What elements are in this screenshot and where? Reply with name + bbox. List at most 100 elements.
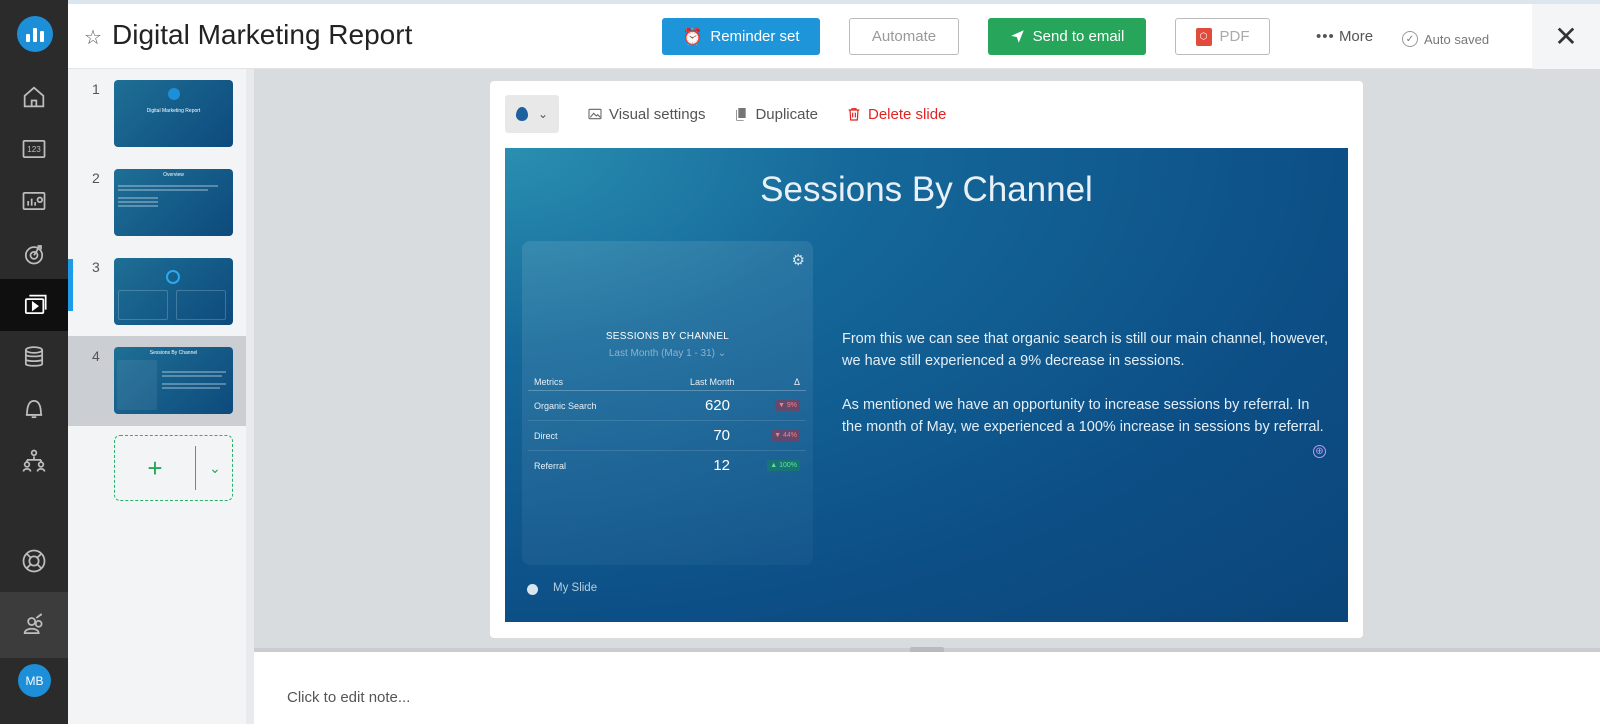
footer-logo-icon [527,584,538,595]
slide-thumbnail[interactable]: Overview [114,169,233,236]
slide-thumbnail[interactable]: Sessions By Channel [114,347,233,414]
move-handle-icon[interactable]: ⊕ [1313,445,1326,458]
slide-thumbnail[interactable] [114,258,233,325]
star-icon[interactable]: ☆ [84,25,102,50]
app-logo-icon[interactable] [17,16,53,52]
table-row: Direct 70 ▼ 44% [528,421,806,451]
nav-users[interactable] [0,592,68,658]
nav-reports[interactable] [0,279,73,331]
theme-color-button[interactable]: ⌄ [505,95,559,133]
team-icon [22,449,46,472]
slide-canvas[interactable]: Sessions By Channel ⚙ SESSIONS BY CHANNE… [505,148,1348,622]
sessions-widget[interactable]: ⚙ SESSIONS BY CHANNEL Last Month (May 1 … [522,241,813,565]
chevron-down-icon: ⌄ [209,459,221,476]
image-icon [588,108,602,120]
header-delta: Δ [793,377,800,387]
nav-alerts[interactable] [0,383,68,435]
table-preview [118,290,168,320]
pdf-button[interactable]: ⬡ PDF [1175,18,1270,55]
add-slide-dropdown[interactable]: ⌄ [197,436,233,500]
plus-icon: + [147,452,163,483]
notes-panel[interactable]: Click to edit note... [254,652,1600,724]
thumbnail-item-selected[interactable]: 4 Sessions By Channel [68,336,246,426]
change-badge: ▼ 9% [775,400,800,411]
row-label: Direct [534,431,558,441]
nav-home[interactable] [0,71,68,123]
nav-dashboards[interactable] [0,175,68,227]
row-value: 620 [704,397,730,414]
reminder-label: Reminder set [710,28,800,45]
add-slide-control: + ⌄ [114,435,233,501]
text-line [118,197,158,199]
thumbnail-title: Overview [163,172,184,178]
users-icon [23,613,43,635]
duplicate-label: Duplicate [755,105,818,123]
paragraph: From this we can see that organic search… [842,331,1328,369]
help-icon [22,549,46,573]
alerts-icon [25,399,43,419]
autosave-status: ✓ Auto saved [1402,31,1489,47]
add-slide-button[interactable]: + [115,436,195,500]
notes-placeholder: Click to edit note... [287,689,411,706]
close-button[interactable]: ✕ [1532,4,1600,69]
thumbnail-number: 3 [92,259,100,275]
slide-thumbnail[interactable]: Digital Marketing Report [114,80,233,147]
automate-button[interactable]: Automate [849,18,959,55]
metrics-table: Metrics Last Month Δ Organic Search 620 … [528,374,806,481]
reminder-button[interactable]: ⏰ Reminder set [662,18,820,55]
goals-icon [24,245,44,265]
thumbnail-item[interactable]: 3 [68,247,246,337]
slide-title[interactable]: Sessions By Channel [505,170,1348,210]
visual-settings-button[interactable]: Visual settings [587,106,705,123]
row-label: Organic Search [534,401,597,411]
slides-icon [24,294,47,315]
chevron-down-icon: ⌄ [537,107,549,121]
slide-editor-card: ⌄ Visual settings Duplicate Delete slide… [490,81,1363,638]
widget-preview [117,360,157,410]
text-line [162,371,226,373]
row-value: 12 [713,457,730,474]
page-title[interactable]: Digital Marketing Report [112,19,412,51]
duplicate-button[interactable]: Duplicate [733,106,818,123]
slide-text-block[interactable]: From this we can see that organic search… [842,328,1332,460]
table-row: Organic Search 620 ▼ 9% [528,391,806,421]
thumbnail-item[interactable]: 1 Digital Marketing Report [68,69,246,159]
avatar[interactable]: MB [18,664,51,697]
send-email-label: Send to email [1032,28,1125,45]
slide-footer: My Slide [553,582,598,594]
nav-numbers[interactable]: 123 [0,123,68,175]
row-value: 70 [713,427,730,444]
send-email-button[interactable]: Send to email [988,18,1146,55]
gear-icon[interactable]: ⚙ [792,251,805,269]
more-button[interactable]: ••• More [1316,28,1373,45]
text-line [118,185,218,187]
header-period: Last Month [690,377,735,387]
header-bar: ☆ Digital Marketing Report ⏰ Reminder se… [68,4,1600,69]
delete-slide-label: Delete slide [868,105,947,123]
left-nav: 123 MB [0,0,73,724]
app-window: 123 MB ☆ Digital Marketing Report ⏰ Remi… [0,0,1600,724]
donut-preview [166,270,180,284]
nav-team[interactable] [0,435,68,487]
delete-slide-button[interactable]: Delete slide [846,106,946,123]
paragraph: As mentioned we have an opportunity to i… [842,397,1324,435]
check-circle-icon: ✓ [1402,31,1418,47]
slide-thumbnails-panel: 1 Digital Marketing Report 2 Overview 3 [68,69,246,724]
home-icon [23,86,45,108]
row-label: Referral [534,461,567,471]
nav-help[interactable] [0,535,68,587]
nav-data[interactable] [0,331,68,383]
thumbnail-item[interactable]: 2 Overview [68,158,246,248]
pdf-label: PDF [1219,28,1250,45]
text-line [162,387,220,389]
ellipsis-icon: ••• [1316,28,1335,45]
dashboard-icon [22,191,46,211]
text-line [118,205,158,207]
date-range-selector[interactable]: Last Month (May 1 - 31) ⌄ [522,348,813,359]
nav-goals[interactable] [0,227,68,279]
database-icon [24,346,44,367]
widget-title: SESSIONS BY CHANNEL [605,331,730,342]
thumbnail-number: 4 [92,348,100,364]
thumbnail-title: Sessions By Channel [149,350,198,356]
thumbnail-number: 1 [92,81,100,97]
